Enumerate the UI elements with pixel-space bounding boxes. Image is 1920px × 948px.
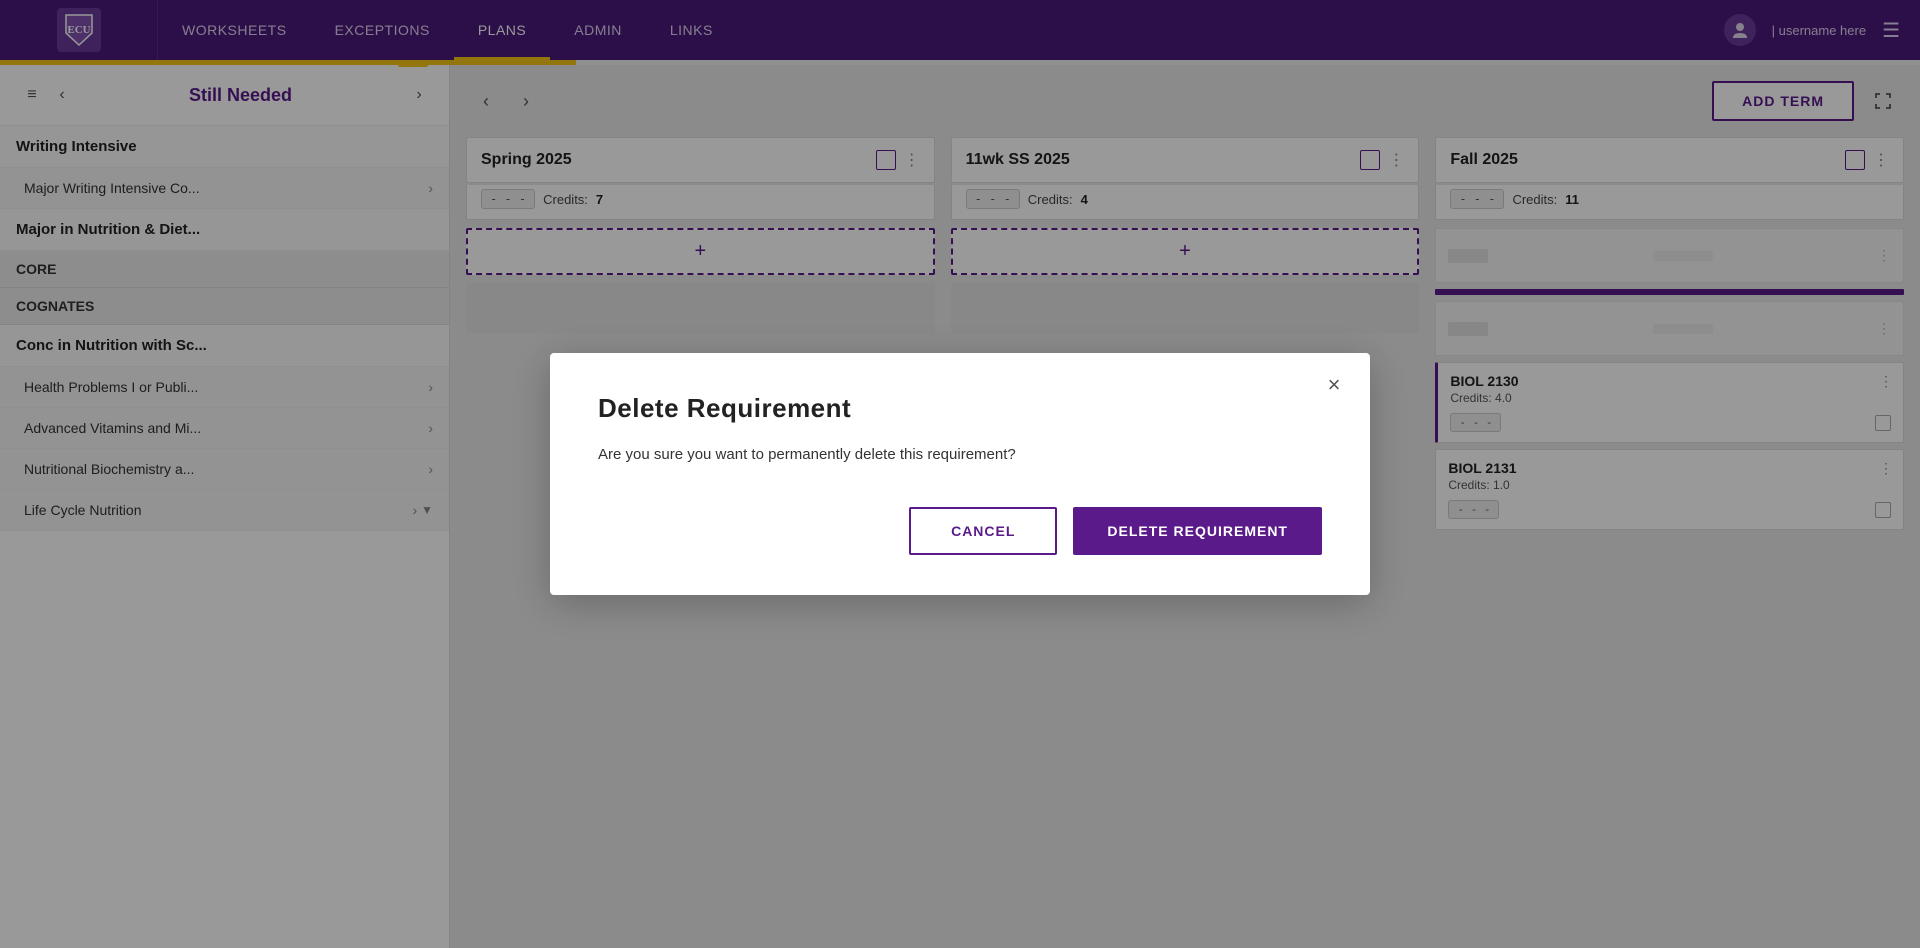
- modal-close-button[interactable]: ×: [1318, 369, 1350, 401]
- delete-requirement-modal: × Delete Requirement Are you sure you wa…: [550, 353, 1370, 595]
- modal-footer: CANCEL DELETE REQUIREMENT: [598, 507, 1322, 555]
- cancel-button[interactable]: CANCEL: [909, 507, 1057, 555]
- modal-overlay[interactable]: × Delete Requirement Are you sure you wa…: [0, 0, 1920, 948]
- modal-body-text: Are you sure you want to permanently del…: [598, 444, 1322, 467]
- modal-title: Delete Requirement: [598, 393, 1322, 424]
- delete-requirement-button[interactable]: DELETE REQUIREMENT: [1073, 507, 1322, 555]
